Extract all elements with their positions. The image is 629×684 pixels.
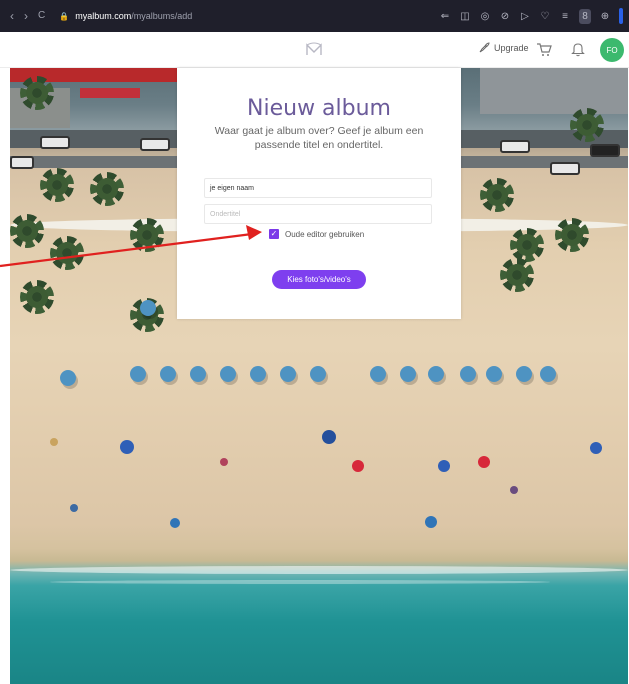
play-icon[interactable]: ▷	[519, 11, 531, 22]
page-subtitle: Waar gaat je album over? Geef je album e…	[214, 125, 424, 151]
scene-umbrella	[516, 366, 532, 382]
share-icon[interactable]: ⇐	[439, 11, 451, 22]
scene-beachgoer	[70, 504, 78, 512]
scene-beachgoer	[510, 486, 518, 494]
bell-icon[interactable]	[571, 41, 585, 57]
scene-car	[40, 136, 70, 149]
scene-umbrella	[400, 366, 416, 382]
extension-icon[interactable]: 8	[579, 8, 591, 24]
url-host: myalbum.com	[75, 11, 132, 21]
address-bar[interactable]: 🔒 myalbum.com/myalbums/add	[59, 11, 192, 21]
scene-beachgoer	[220, 458, 228, 466]
reload-icon[interactable]: C	[38, 10, 45, 22]
scene-palm-tree	[480, 178, 514, 212]
scene-umbrella	[280, 366, 296, 382]
scene-umbrella	[130, 366, 146, 382]
scene-umbrella	[250, 366, 266, 382]
scene-rooftop	[480, 68, 628, 114]
scene-umbrella	[310, 366, 326, 382]
scene-umbrella	[160, 366, 176, 382]
scene-palm-tree	[510, 228, 544, 262]
scene-umbrella	[220, 366, 236, 382]
scene-beachgoer	[438, 460, 450, 472]
scene-beachgoer	[50, 438, 58, 446]
new-album-card: Nieuw album Waar gaat je album over? Gee…	[177, 68, 461, 319]
album-title-input[interactable]: je eigen naam	[204, 178, 432, 198]
browser-nav: ‹ › C	[0, 10, 45, 22]
scene-beachgoer	[478, 456, 490, 468]
page-title: Nieuw album	[247, 96, 391, 121]
scene-car	[10, 156, 34, 169]
sidebar-icon[interactable]	[619, 8, 623, 24]
scene-palm-tree	[20, 280, 54, 314]
app-header: Upgrade FO	[0, 32, 629, 68]
checkbox-checked-icon[interactable]: ✓	[269, 229, 279, 239]
browser-toolbar: ‹ › C 🔒 myalbum.com/myalbums/add ⇐ ◫ ◎ ⊘…	[0, 0, 629, 32]
scene-palm-tree	[50, 236, 84, 270]
upgrade-button[interactable]: Upgrade	[478, 42, 529, 54]
scene-palm-tree	[130, 218, 164, 252]
scene-umbrella	[486, 366, 502, 382]
scene-beachgoer	[352, 460, 364, 472]
scene-wave	[50, 580, 550, 584]
scene-car	[500, 140, 530, 153]
forward-icon[interactable]: ›	[24, 10, 28, 22]
scene-palm-tree	[555, 218, 589, 252]
scene-beachgoer	[170, 518, 180, 528]
scene-umbrella	[140, 300, 156, 316]
checkbox-label: Oude editor gebruiken	[285, 229, 365, 239]
scene-beachgoer	[120, 440, 134, 454]
scene-car	[140, 138, 170, 151]
lock-icon: 🔒	[59, 11, 70, 21]
scene-umbrella	[540, 366, 556, 382]
heart-icon[interactable]: ♡	[539, 11, 551, 22]
old-editor-checkbox-row[interactable]: ✓ Oude editor gebruiken	[269, 229, 364, 239]
url-path: /myalbums/add	[131, 11, 193, 21]
scene-canopy	[80, 88, 140, 98]
scene-umbrella	[190, 366, 206, 382]
upgrade-label: Upgrade	[494, 43, 529, 53]
scene-palm-tree	[500, 258, 534, 292]
scene-palm-tree	[10, 214, 44, 248]
choose-media-button[interactable]: Kies foto's/video's	[272, 270, 366, 289]
scene-beachgoer	[590, 442, 602, 454]
scene-wave	[10, 566, 628, 574]
scene-umbrella	[460, 366, 476, 382]
scene-beachgoer	[425, 516, 437, 528]
menu-icon[interactable]: ≡	[559, 11, 571, 22]
scene-umbrella	[428, 366, 444, 382]
album-subtitle-input[interactable]: Ondertitel	[204, 204, 432, 224]
scene-palm-tree	[40, 168, 74, 202]
scene-beachgoer	[322, 430, 336, 444]
browser-extensions: ⇐ ◫ ◎ ⊘ ▷ ♡ ≡ 8 ⊕	[439, 0, 629, 32]
scene-palm-tree	[570, 108, 604, 142]
scene-palm-tree	[90, 172, 124, 206]
reader-icon[interactable]: ◫	[459, 11, 471, 22]
settings-icon[interactable]: ⊕	[599, 11, 611, 22]
cart-icon[interactable]	[536, 41, 552, 57]
scene-car	[590, 144, 620, 157]
user-avatar[interactable]: FO	[600, 38, 624, 62]
back-icon[interactable]: ‹	[10, 10, 14, 22]
scene-palm-tree	[20, 76, 54, 110]
block-icon[interactable]: ⊘	[499, 11, 511, 22]
scene-umbrella	[370, 366, 386, 382]
myalbum-logo-icon[interactable]	[304, 40, 324, 60]
scene-car	[550, 162, 580, 175]
camera-icon[interactable]: ◎	[479, 11, 491, 22]
rocket-icon	[479, 42, 490, 53]
screenshot-frame: ‹ › C 🔒 myalbum.com/myalbums/add ⇐ ◫ ◎ ⊘…	[0, 0, 629, 684]
scene-umbrella	[60, 370, 76, 386]
